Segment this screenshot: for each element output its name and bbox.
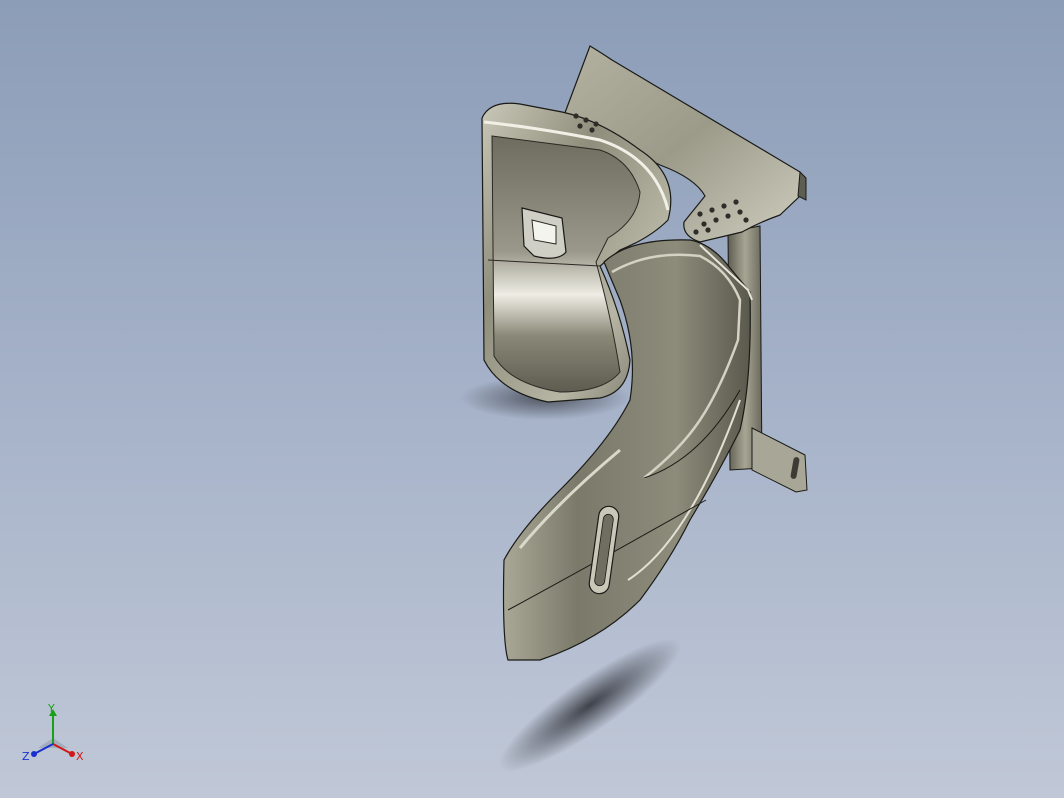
y-axis-label: Y <box>47 702 55 715</box>
graphics-viewport[interactable]: Y X Z <box>0 0 1064 798</box>
x-axis-label: X <box>76 750 84 763</box>
3d-model-view[interactable] <box>0 0 1064 798</box>
z-axis-label: Z <box>22 750 30 763</box>
orientation-triad[interactable]: Y X Z <box>18 700 88 770</box>
